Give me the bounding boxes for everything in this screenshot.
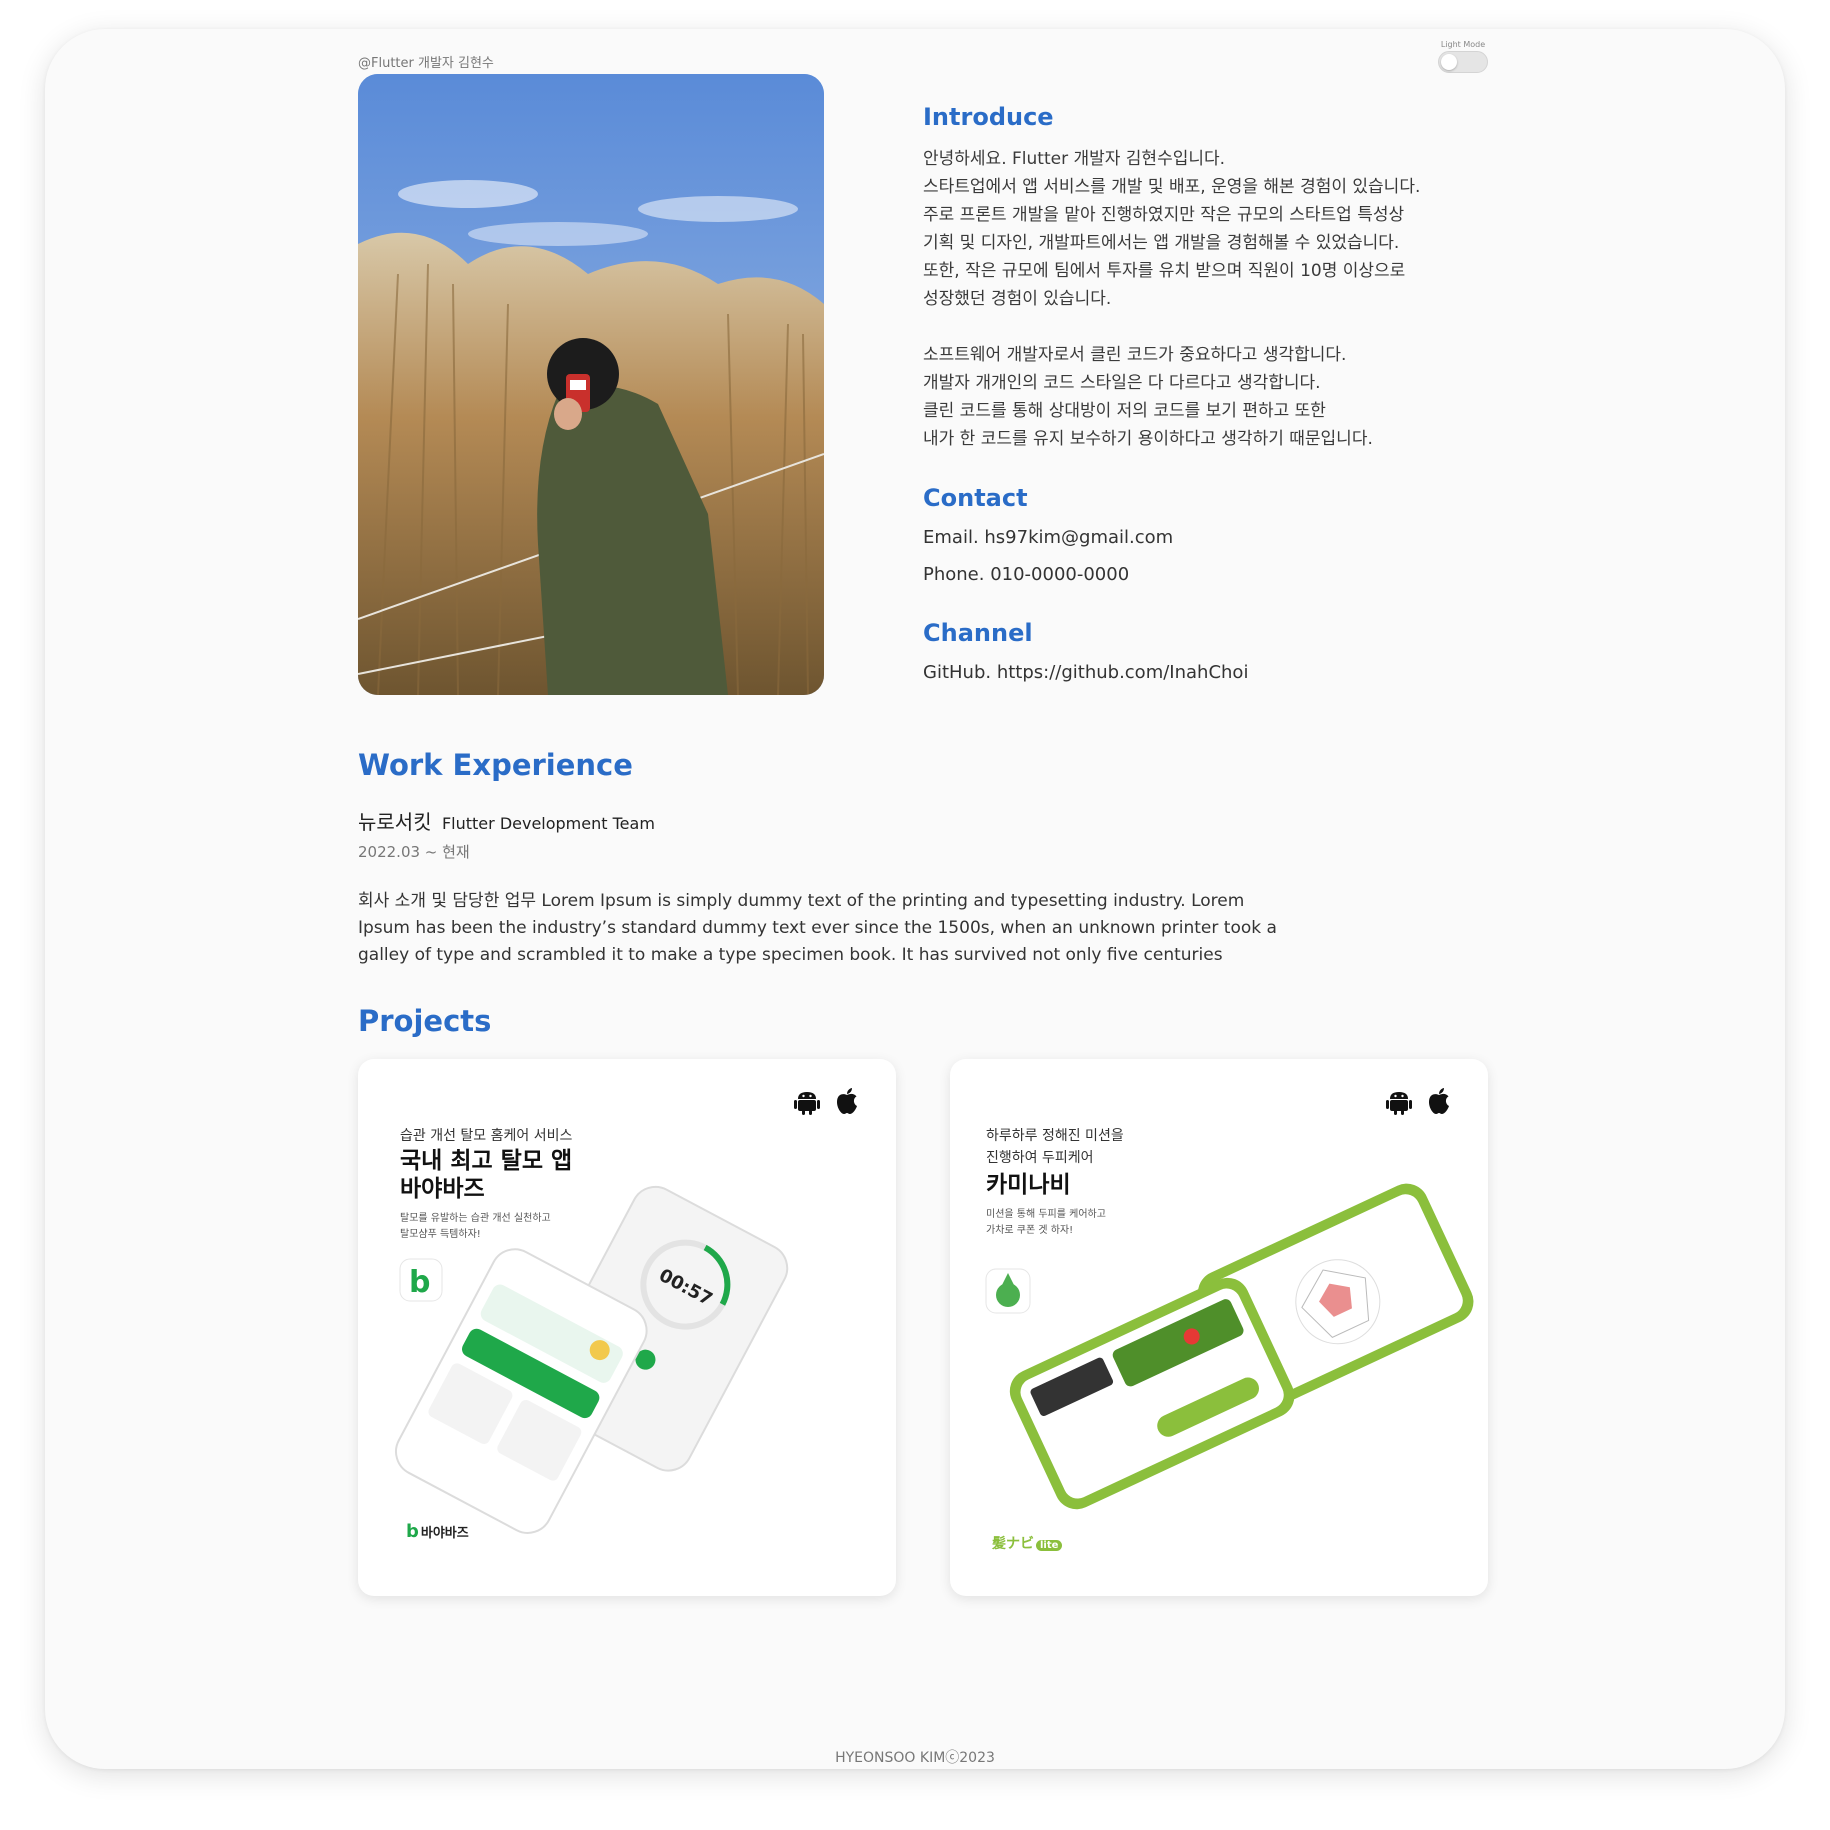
project-card-bayabaz[interactable]: b 00:57 습관 개선 탈모 홈케어 서비스 국내 최고 탈모 앱 바야바즈… [358, 1059, 896, 1596]
svg-text:b: b [409, 1265, 430, 1300]
profile-photo-icon [358, 74, 824, 695]
profile-photo [358, 74, 824, 695]
brand-name: 바야바즈 [420, 1526, 469, 1541]
project-brand: 髪ナビ lite [992, 1533, 1063, 1553]
project-desc: 미션을 통해 두피를 케어하고 [986, 1209, 1106, 1220]
project-desc: 탈모를 유발하는 습관 개선 실천하고 [400, 1213, 551, 1224]
footer-copyright: HYEONSOO KIMⓒ2023 [835, 1750, 995, 1766]
theme-toggle-knob[interactable] [1441, 54, 1457, 70]
platform-icons [794, 1087, 860, 1115]
apple-icon [837, 1088, 857, 1114]
platform-icons [1386, 1087, 1452, 1115]
intro-line: 성장했던 경험이 있습니다. [923, 289, 1112, 309]
intro-line: 주로 프론트 개발을 맡아 진행하였지만 작은 규모의 스타트업 특성상 [923, 205, 1405, 225]
intro-line: 소프트웨어 개발자로서 클린 코드가 중요하다고 생각합니다. [923, 345, 1347, 365]
project-subtitle: 하루하루 정해진 미션을 [986, 1128, 1124, 1144]
intro-line: 또한, 작은 규모에 팀에서 투자를 유치 받으며 직원이 10명 이상으로 [923, 261, 1406, 281]
contact-email[interactable]: Email. hs97kim@gmail.com [923, 527, 1173, 548]
project-subtitle: 진행하여 두피케어 [986, 1150, 1094, 1166]
channel-title: Channel [923, 619, 1033, 647]
introduce-paragraph-1: 안녕하세요. Flutter 개발자 김현수입니다. 스타트업에서 앱 서비스를… [923, 145, 1420, 313]
work-experience-title: Work Experience [358, 748, 633, 782]
theme-toggle-label: Light Mode [1440, 40, 1486, 49]
apple-icon [1429, 1088, 1449, 1114]
project-desc: 탈모샴푸 득템하자! [400, 1229, 481, 1240]
intro-line: 클린 코드를 통해 상대방이 저의 코드를 보기 편하고 또한 [923, 401, 1326, 421]
theme-toggle-track[interactable] [1438, 51, 1488, 73]
introduce-paragraph-2: 소프트웨어 개발자로서 클린 코드가 중요하다고 생각합니다. 개발자 개개인의… [923, 341, 1420, 453]
project-headline: 바야바즈 [400, 1176, 485, 1202]
project-headline: 국내 최고 탈모 앱 [400, 1148, 573, 1174]
project-subtitle: 습관 개선 탈모 홈케어 서비스 [400, 1128, 573, 1144]
theme-toggle[interactable]: Light Mode [1438, 40, 1488, 73]
intro-line: 스타트업에서 앱 서비스를 개발 및 배포, 운영을 해본 경험이 있습니다. [923, 177, 1421, 197]
intro-line: 내가 한 코드를 유지 보수하기 용이하다고 생각하기 때문입니다. [923, 429, 1373, 449]
project-headline: 카미나비 [986, 1172, 1071, 1198]
project-brand: b 바야바즈 [406, 1521, 469, 1542]
intro-line: 기획 및 디자인, 개발파트에서는 앱 개발을 경험해볼 수 있었습니다. [923, 233, 1400, 253]
intro-line: 안녕하세요. Flutter 개발자 김현수입니다. [923, 149, 1226, 169]
work-period: 2022.03 ~ 현재 [358, 843, 470, 861]
brand-name: 髪ナビ [992, 1536, 1034, 1552]
project-card-kaminavi[interactable]: 하루하루 정해진 미션을 진행하여 두피케어 카미나비 미션을 통해 두피를 케… [950, 1059, 1488, 1596]
company-name: 뉴로서킷 [358, 810, 432, 834]
introduce-text: 안녕하세요. Flutter 개발자 김현수입니다. 스타트업에서 앱 서비스를… [923, 145, 1420, 453]
company-heading: 뉴로서킷 Flutter Development Team [358, 806, 655, 835]
contact-title: Contact [923, 484, 1028, 512]
bayabaz-logo-icon: b [406, 1521, 419, 1542]
site-handle: @Flutter 개발자 김현수 [358, 56, 494, 71]
team-name: Flutter Development Team [441, 814, 655, 833]
introduce-title: Introduce [923, 103, 1054, 131]
work-description: 회사 소개 및 담당한 업무 Lorem Ipsum is simply dum… [358, 891, 1277, 965]
android-icon [1386, 1092, 1412, 1115]
projects-title: Projects [358, 1004, 492, 1038]
android-icon [794, 1092, 820, 1115]
contact-phone: Phone. 010-0000-0000 [923, 564, 1130, 585]
github-link[interactable]: GitHub. https://github.com/InahChoi [923, 662, 1248, 683]
project-desc: 가차로 쿠폰 겟 하자! [986, 1225, 1074, 1236]
lite-badge: lite [1036, 1540, 1063, 1551]
intro-line: 개발자 개개인의 코드 스타일은 다 다르다고 생각합니다. [923, 373, 1321, 393]
